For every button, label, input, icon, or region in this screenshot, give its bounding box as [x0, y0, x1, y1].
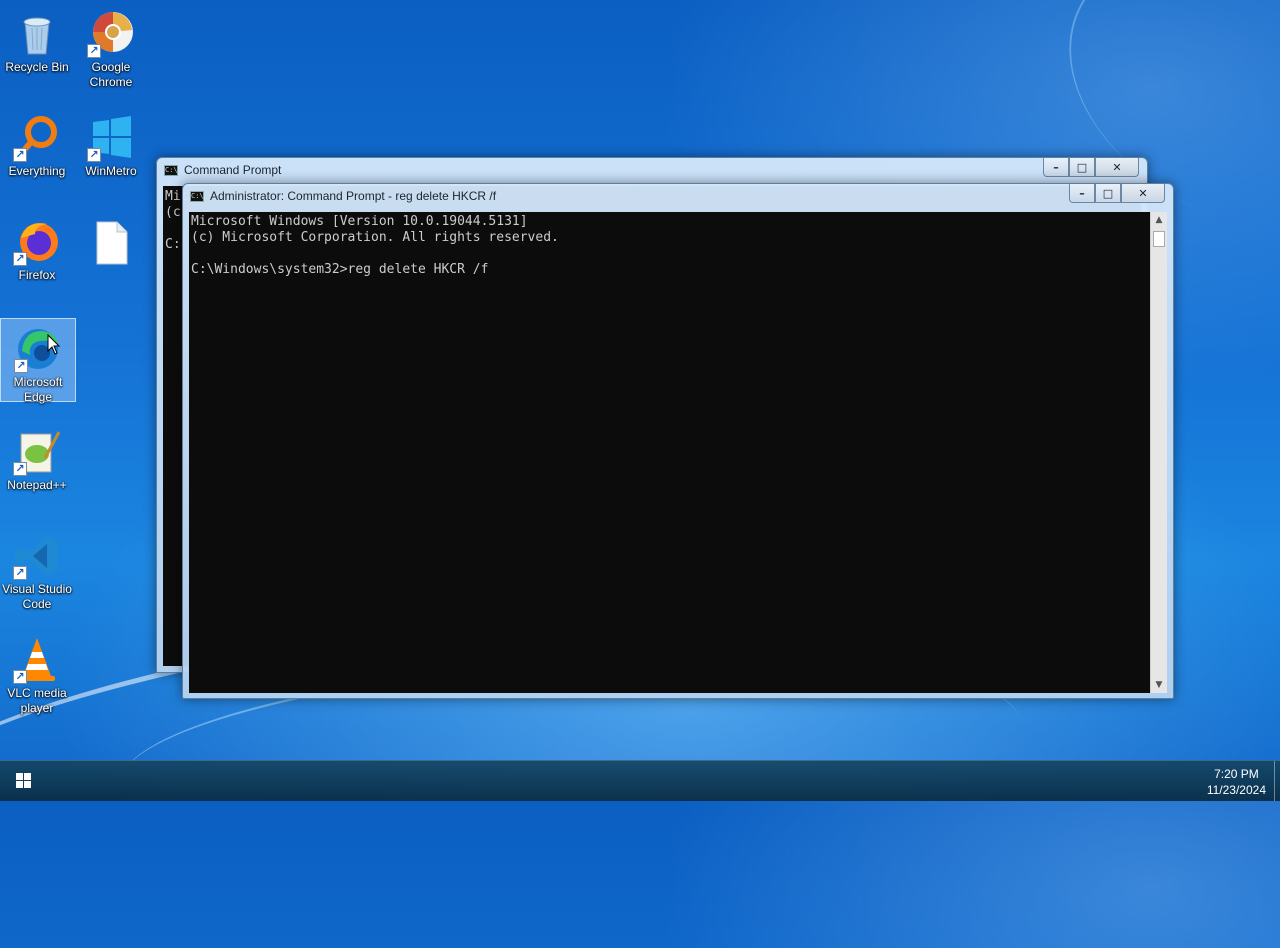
- desktop-icon-label: WinMetro: [85, 164, 137, 178]
- desktop-icon-label: Google Chrome: [89, 60, 133, 89]
- desktop-icon-vscode[interactable]: ↗ Visual Studio Code: [0, 526, 74, 611]
- desktop-icon-label: Everything: [8, 164, 66, 178]
- vlc-icon: ↗: [13, 636, 61, 684]
- system-clock[interactable]: 7:20 PM 11/23/2024: [1207, 766, 1266, 798]
- windows-logo-icon: [16, 773, 31, 788]
- desktop-icon-file[interactable]: [74, 212, 148, 294]
- minimize-button[interactable]: –: [1043, 158, 1069, 177]
- scroll-up-arrow-icon[interactable]: ▲: [1151, 212, 1167, 228]
- cmd-icon: C:\: [190, 191, 204, 202]
- title-bar[interactable]: C:\ Administrator: Command Prompt - reg …: [183, 184, 1173, 210]
- shortcut-arrow-icon: ↗: [13, 148, 27, 162]
- desktop-icon-vlc[interactable]: ↗ VLC media player: [0, 630, 74, 715]
- shortcut-arrow-icon: ↗: [13, 566, 27, 580]
- desktop-icon-firefox[interactable]: ↗ Firefox: [0, 212, 74, 294]
- scrollbar-thumb[interactable]: [1153, 231, 1165, 247]
- desktop-icon-label: Recycle Bin: [5, 60, 69, 74]
- clock-time: 7:20 PM: [1214, 767, 1259, 781]
- console-output[interactable]: Microsoft Windows [Version 10.0.19044.51…: [189, 212, 1150, 693]
- clock-date: 11/23/2024: [1206, 783, 1266, 797]
- taskbar: 7:20 PM 11/23/2024: [0, 760, 1280, 801]
- maximize-button[interactable]: □: [1095, 184, 1121, 203]
- mouse-cursor-icon: [47, 333, 61, 356]
- shortcut-arrow-icon: ↗: [14, 359, 28, 373]
- scroll-down-arrow-icon[interactable]: ▼: [1151, 677, 1167, 693]
- shortcut-arrow-icon: ↗: [13, 462, 27, 476]
- shortcut-arrow-icon: ↗: [13, 670, 27, 684]
- chrome-icon: ↗: [87, 10, 135, 58]
- shortcut-arrow-icon: ↗: [87, 44, 101, 58]
- close-button[interactable]: ✕: [1095, 158, 1139, 177]
- window-title: Administrator: Command Prompt - reg dele…: [210, 189, 497, 203]
- close-button[interactable]: ✕: [1121, 184, 1165, 203]
- shortcut-arrow-icon: ↗: [87, 148, 101, 162]
- desktop-icon-notepadpp[interactable]: ↗ Notepad++: [0, 422, 74, 504]
- desktop-icon-everything[interactable]: ↗ Everything: [0, 108, 74, 190]
- recycle-bin-icon: [13, 10, 61, 58]
- desktop-icon-label: VLC media player: [7, 686, 67, 715]
- firefox-icon: ↗: [13, 218, 61, 266]
- minimize-button[interactable]: –: [1069, 184, 1095, 203]
- desktop-icon-label: Visual Studio Code: [2, 582, 72, 611]
- vertical-scrollbar[interactable]: ▲ ▼: [1150, 212, 1167, 693]
- window-title: Command Prompt: [184, 163, 282, 177]
- desktop-icon-label: Microsoft Edge: [13, 375, 63, 404]
- winmetro-icon: ↗: [87, 114, 135, 162]
- file-icon: [87, 218, 135, 266]
- desktop-icon-label: Notepad++: [7, 478, 67, 492]
- desktop-icon-winmetro[interactable]: ↗ WinMetro: [74, 108, 148, 190]
- desktop-icon-label: Firefox: [18, 268, 56, 282]
- start-button[interactable]: [8, 769, 40, 793]
- desktop-icon-google-chrome[interactable]: ↗ Google Chrome: [74, 4, 148, 89]
- admin-command-prompt-window[interactable]: C:\ Administrator: Command Prompt - reg …: [182, 183, 1174, 699]
- maximize-button[interactable]: □: [1069, 158, 1095, 177]
- desktop-icon-microsoft-edge[interactable]: ↗ Microsoft Edge: [0, 318, 76, 404]
- show-desktop-button[interactable]: [1274, 761, 1280, 801]
- shortcut-arrow-icon: ↗: [13, 252, 27, 266]
- vscode-icon: ↗: [13, 532, 61, 580]
- desktop-icon-recycle-bin[interactable]: Recycle Bin: [0, 4, 74, 86]
- everything-icon: ↗: [13, 114, 61, 162]
- title-bar[interactable]: C:\ Command Prompt – □ ✕: [157, 158, 1147, 184]
- cmd-icon: C:\: [164, 165, 178, 176]
- notepadpp-icon: ↗: [13, 428, 61, 476]
